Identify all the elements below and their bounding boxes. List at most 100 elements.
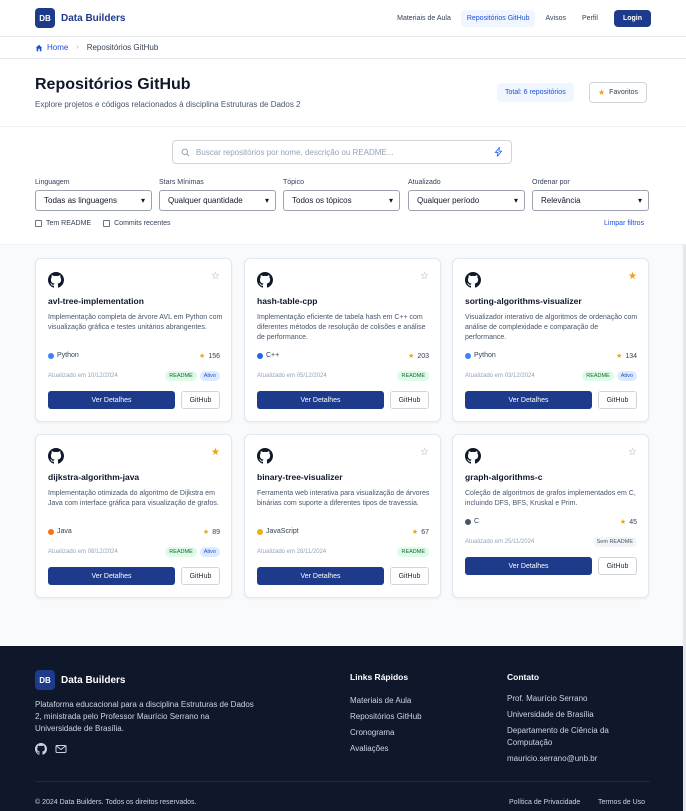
contact-department: Departamento de Ciência da Computação: [507, 726, 609, 747]
contact-university: Universidade de Brasília: [507, 710, 594, 719]
contact-heading: Contato: [507, 672, 540, 682]
repo-title[interactable]: dijkstra-algorithm-java: [48, 472, 139, 482]
language-select[interactable]: Todas as linguagens ▾: [35, 190, 152, 211]
github-button[interactable]: GitHub: [390, 567, 429, 585]
contact-list: Prof. Maurício Serrano Universidade de B…: [507, 693, 637, 769]
footer-link-avaliacoes[interactable]: Avaliações: [350, 741, 422, 757]
breadcrumb-current: Repositórios GitHub: [86, 43, 159, 52]
github-icon: [257, 272, 273, 288]
filter-stars: Stars Mínimas Qualquer quantidade ▾: [159, 179, 277, 211]
details-button[interactable]: Ver Detalhes: [257, 567, 384, 585]
details-button[interactable]: Ver Detalhes: [48, 567, 175, 585]
mail-icon[interactable]: [55, 743, 67, 755]
repo-card: ★ dijkstra-algorithm-java Implementação …: [35, 434, 232, 598]
details-button[interactable]: Ver Detalhes: [465, 391, 592, 409]
favorite-star-icon[interactable]: ☆: [628, 447, 637, 458]
footer-logo: DB: [35, 670, 55, 690]
repo-title[interactable]: hash-table-cpp: [257, 296, 317, 306]
footer-social-icons: [35, 743, 67, 755]
topic-select[interactable]: Todos os tópicos ▾: [283, 190, 400, 211]
filter-stars-label: Stars Mínimas: [159, 179, 204, 186]
star-icon: ★: [199, 353, 206, 360]
footer-link-cronograma[interactable]: Cronograma: [350, 725, 422, 741]
search-input[interactable]: [196, 147, 488, 157]
no-readme-badge: Sem README: [592, 537, 637, 547]
nav-link-materiais[interactable]: Materiais de Aula: [391, 10, 457, 27]
privacy-link[interactable]: Política de Privacidade: [509, 799, 580, 806]
repo-description: Ferramenta web interativa para visualiza…: [257, 490, 430, 507]
repo-badges: README: [397, 547, 429, 557]
recent-commits-checkbox[interactable]: [103, 220, 111, 227]
language-select-value: Todas as linguagens: [44, 196, 117, 205]
contact-name: Prof. Maurício Serrano: [507, 694, 588, 703]
lightning-icon[interactable]: [494, 147, 503, 157]
page-header: Repositórios GitHub Explore projetos e c…: [0, 59, 686, 127]
favorite-star-icon[interactable]: ★: [211, 447, 220, 458]
nav-links: Materiais de Aula Repositórios GitHub Av…: [391, 9, 651, 27]
chevron-down-icon: ▾: [637, 196, 642, 205]
repo-stars: ★ 203: [408, 352, 429, 361]
clear-filters-link[interactable]: Limpar filtros: [604, 220, 644, 227]
repo-card: ★ sorting-algorithms-visualizer Visualiz…: [452, 258, 649, 422]
github-button[interactable]: GitHub: [390, 391, 429, 409]
has-readme-checkbox[interactable]: [35, 220, 42, 227]
github-icon[interactable]: [35, 743, 47, 755]
github-icon: [48, 448, 64, 464]
terms-link[interactable]: Termos de Uso: [598, 799, 645, 806]
repo-title[interactable]: graph-algorithms-c: [465, 472, 542, 482]
sort-select-value: Relevância: [541, 196, 581, 205]
readme-badge: README: [397, 371, 429, 381]
footer-link-repositorios[interactable]: Repositórios GitHub: [350, 709, 422, 725]
logo[interactable]: DB: [35, 8, 55, 28]
nav-link-repositorios[interactable]: Repositórios GitHub: [460, 9, 536, 27]
repo-updated: Atualizado em 03/12/2024: [465, 373, 535, 379]
breadcrumb-home[interactable]: Home: [35, 43, 68, 52]
favorite-star-icon[interactable]: ★: [628, 271, 637, 282]
filter-sort-label: Ordenar por: [532, 179, 570, 186]
github-button[interactable]: GitHub: [598, 557, 637, 575]
repo-title[interactable]: binary-tree-visualizer: [257, 472, 343, 482]
nav-link-avisos[interactable]: Avisos: [539, 10, 572, 27]
repo-title[interactable]: avl-tree-implementation: [48, 296, 144, 306]
chevron-right-icon: ›: [76, 44, 79, 51]
repo-updated: Atualizado em 28/11/2024: [257, 549, 327, 555]
github-button[interactable]: GitHub: [181, 567, 220, 585]
repo-description: Implementação completa de árvore AVL em …: [48, 314, 223, 331]
filter-updated-label: Atualizado: [408, 179, 441, 186]
sort-select[interactable]: Relevância ▾: [532, 190, 649, 211]
active-badge: Ativo: [199, 547, 220, 557]
favorite-star-icon[interactable]: ☆: [420, 447, 429, 458]
repo-description: Implementação eficiente de tabela hash e…: [257, 314, 426, 341]
repo-language: JavaScript: [257, 528, 299, 535]
updated-select[interactable]: Qualquer período ▾: [408, 190, 525, 211]
repo-language: C++: [257, 352, 279, 359]
details-button[interactable]: Ver Detalhes: [48, 391, 175, 409]
active-badge: Ativo: [199, 371, 220, 381]
footer-link-materiais[interactable]: Materiais de Aula: [350, 693, 422, 709]
github-button[interactable]: GitHub: [598, 391, 637, 409]
brand-name[interactable]: Data Builders: [61, 13, 125, 24]
repo-card: ☆ binary-tree-visualizer Ferramenta web …: [244, 434, 441, 598]
contact-email[interactable]: mauricio.serrano@unb.br: [507, 753, 637, 765]
login-button[interactable]: Login: [613, 9, 651, 27]
star-icon: ★: [616, 353, 623, 360]
favorite-star-icon[interactable]: ☆: [211, 271, 220, 282]
favorite-star-icon[interactable]: ☆: [420, 271, 429, 282]
recent-commits-label: Commits recentes: [114, 220, 171, 227]
star-icon: ★: [411, 529, 419, 536]
details-button[interactable]: Ver Detalhes: [465, 557, 592, 575]
page-title: Repositórios GitHub: [35, 76, 191, 93]
repo-description: Implementação otimizada do algoritmo de …: [48, 490, 219, 507]
nav-link-perfil[interactable]: Perfil: [576, 10, 604, 27]
repo-stars-count: 156: [208, 352, 220, 360]
favorites-button[interactable]: ★ Favoritos: [589, 82, 647, 103]
repo-stars: ★ 67: [411, 528, 429, 537]
repo-card: ☆ hash-table-cpp Implementação eficiente…: [244, 258, 441, 422]
stars-select[interactable]: Qualquer quantidade ▾: [159, 190, 276, 211]
details-button[interactable]: Ver Detalhes: [257, 391, 384, 409]
language-dot: [257, 528, 263, 535]
repo-grid: ☆ avl-tree-implementation Implementação …: [0, 245, 686, 646]
github-button[interactable]: GitHub: [181, 391, 220, 409]
repo-title[interactable]: sorting-algorithms-visualizer: [465, 296, 582, 306]
footer-divider: [35, 781, 650, 782]
